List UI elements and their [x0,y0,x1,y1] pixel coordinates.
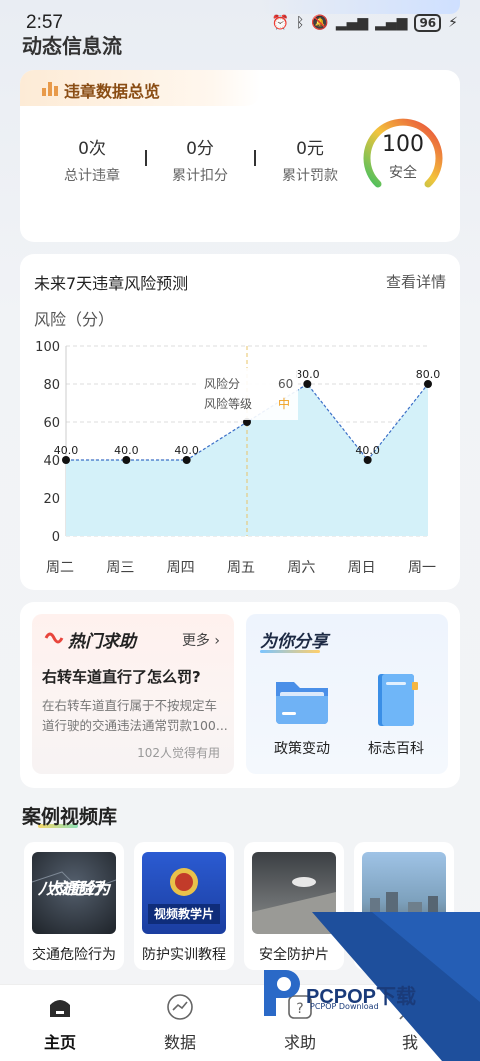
help-description: 在右转车道直行属于不按规定车道行驶的交通违法通常罚款100... [42,698,228,733]
data-label: 80.0 [416,368,441,381]
video-card[interactable]: 八大交通危险行为 交通危险行为 [24,842,124,970]
share-item-label: 政策变动 [274,741,330,757]
charging-icon: ⚡ [448,15,458,31]
x-tick-label: 周六 [287,560,315,576]
y-tick-label: 80 [43,378,60,393]
top-accent [260,0,460,14]
help-useful-count: 102人觉得有用 [137,746,220,760]
chart-tooltip: 风险分 60 风险等级 中 [196,368,298,420]
status-icons: ⏰ ᛒ 🔕 ▂▄▆ ▂▄▆ 96 ⚡ [272,14,458,32]
safety-score-gauge [363,118,443,188]
divider [254,150,256,166]
share-item-label: 标志百科 [368,741,424,757]
stat-value: 0次 [78,139,106,159]
data-label: 40.0 [114,444,139,457]
more-label: 更多 [181,633,210,649]
x-tick-label: 周三 [106,560,134,576]
x-tick-label: 周一 [408,560,436,576]
help-share-card: 热门求助 更多 › 右转车道直行了怎么罚? 在右转车道直行属于不按规定车道行驶的… [20,602,460,788]
signal-icon: ▂▄▆ [335,15,369,31]
bar-chart-icon [42,80,58,96]
x-tick-label: 周五 [227,560,255,576]
video-thumb-art: 视频教学片 [148,868,220,924]
stat-fines: 0元 累计罚款 [260,134,360,185]
share-item-policy[interactable]: 政策变动 [262,670,342,758]
video-thumbnail: 视频教学片 [142,852,226,934]
y-tick-label: 60 [43,416,60,431]
y-tick-label: 20 [43,492,60,507]
x-ticks: 周二 周三 周四 周五 周六 周日 周一 [46,560,436,576]
page-title: 动态信息流 [22,34,122,58]
wifi-signal-icon: ▂▄▆ [375,15,408,31]
thumb-text: 八大交通危险行为 [37,879,112,898]
divider [145,150,147,166]
nav-home[interactable]: 主页 [20,993,100,1053]
nav-data[interactable]: 数据 [140,993,220,1053]
share-panel: 为你分享 政策变动 标志百科 [246,614,448,774]
overview-header: 违章数据总览 [20,70,260,106]
data-point [363,456,372,464]
hot-help-panel[interactable]: 热门求助 更多 › 右转车道直行了怎么罚? 在右转车道直行属于不按规定车道行驶的… [32,614,234,774]
safety-score-value: 100 [382,132,424,157]
watermark-subtext: PCPOP Download [310,1002,379,1011]
nav-label: 数据 [163,1033,196,1052]
y-tick-label: 40 [43,454,60,469]
tooltip-level-label: 风险等级 [204,396,252,411]
folder-icon [276,682,328,724]
tooltip-score-value: 60 [278,377,293,391]
chart-icon [167,994,193,1020]
hot-help-title: 热门求助 [68,632,136,652]
share-title-underline [260,650,320,653]
data-point [182,456,191,464]
data-label: 80.0 [295,368,320,381]
thumb-text: 视频教学片 [154,906,214,921]
watermark-logo-icon [264,970,300,1016]
stat-label: 累计罚款 [282,168,338,184]
stat-points: 0分 累计扣分 [150,134,250,185]
home-icon [50,1000,70,1017]
alarm-icon: ⏰ [271,15,289,31]
help-question[interactable]: 右转车道直行了怎么罚? [42,666,201,687]
data-point [62,456,70,464]
mute-icon: 🔕 [311,15,329,31]
stat-label: 累计扣分 [172,168,228,184]
book-icon [378,674,418,726]
violation-overview-card[interactable]: 违章数据总览 0次 总计违章 0分 累计扣分 0元 累计罚款 100 安全 [20,70,460,242]
risk-forecast-card: 未来7天违章风险预测 查看详情 风险（分） 40.0 40.0 40.0 80.0 40… [20,254,460,590]
safety-score-label: 安全 [389,165,417,181]
hot-help-more-link[interactable]: 更多 › [182,630,220,650]
tooltip-level-value: 中 [278,396,290,411]
y-ticks: 0 20 40 60 80 100 [35,340,60,545]
battery-icon: 96 [414,14,442,32]
x-tick-label: 周日 [348,560,376,576]
data-label: 40.0 [174,444,199,457]
chevron-right-icon: › [214,633,220,649]
stat-value: 0分 [186,139,214,159]
data-point [424,380,432,388]
data-label: 40.0 [355,444,380,457]
stat-label: 总计违章 [64,168,120,184]
bluetooth-icon: ᛒ [295,15,305,31]
y-tick-label: 100 [35,340,60,355]
help-logo-icon [44,632,64,644]
y-tick-label: 0 [52,530,60,545]
stat-value: 0元 [296,139,324,159]
nav-label: 主页 [43,1033,76,1052]
x-tick-label: 周二 [46,560,74,576]
video-thumb-art: 八大交通危险行为 [32,871,116,898]
video-label: 防护实训教程 [142,947,226,963]
risk-area-chart[interactable]: 40.0 40.0 40.080.040.080.0 020406080100 周二… [20,254,460,590]
x-tick-label: 周四 [167,560,195,576]
stat-violations: 0次 总计违章 [42,134,142,185]
data-point [303,380,312,388]
data-point [122,456,131,464]
overview-title: 违章数据总览 [64,82,161,101]
video-library-title: 案例视频库 [22,806,118,828]
video-thumbnail: 八大交通危险行为 [32,852,116,934]
tooltip-score-label: 风险分 [204,376,240,391]
share-title: 为你分享 [260,632,328,652]
video-label: 交通危险行为 [32,947,116,963]
share-item-signs[interactable]: 标志百科 [356,670,436,758]
video-card[interactable]: 视频教学片 防护实训教程 [134,842,234,970]
